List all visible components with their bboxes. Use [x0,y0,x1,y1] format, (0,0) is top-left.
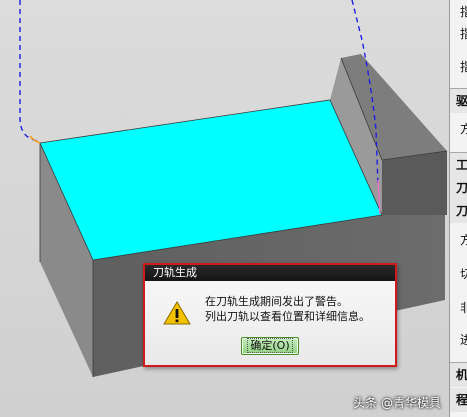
panel-row[interactable]: 切 [450,262,467,286]
panel-section-header[interactable]: 工 [450,153,467,177]
panel-section-header[interactable]: 刀 [450,199,467,223]
panel-section-header[interactable]: 机 [450,363,467,387]
warning-icon [163,301,191,325]
panel-section-header[interactable]: 刀 [450,176,467,200]
panel-row[interactable]: 非 [450,296,467,320]
ok-button[interactable]: 确定(O) [241,337,299,355]
ok-button-label: 确定(O) [247,338,293,353]
watermark: 头条 @青华模具 [353,396,441,410]
panel-section-header[interactable]: 驱 [450,89,467,113]
panel-section-header[interactable]: 程 [450,388,467,412]
panel-row[interactable]: 指 [450,0,467,24]
graphics-viewport[interactable]: 刀轨生成 在刀轨生成期间发出了警告。 列出刀轨以查看位置和详细信息。 确定(O)… [0,0,449,417]
dialog-message-line-1: 在刀轨生成期间发出了警告。 [205,295,348,308]
wall-front-face [382,151,447,215]
dialog-message-line-2: 列出刀轨以查看位置和详细信息。 [205,310,370,323]
panel-row[interactable]: 指 [450,22,467,46]
dialog-titlebar[interactable]: 刀轨生成 [145,265,395,281]
operation-settings-panel: 指 指 指 驱 方 工 刀 刀 方 切 非 进 机 程 [449,0,467,417]
dialog-body: 在刀轨生成期间发出了警告。 列出刀轨以查看位置和详细信息。 确定(O) [145,281,395,365]
panel-row[interactable]: 方 [450,117,467,141]
dialog-title: 刀轨生成 [153,266,197,279]
panel-row[interactable]: 进 [450,328,467,352]
panel-row[interactable]: 指 [450,55,467,79]
panel-row[interactable]: 方 [450,228,467,252]
toolpath-generation-dialog: 刀轨生成 在刀轨生成期间发出了警告。 列出刀轨以查看位置和详细信息。 确定(O) [143,263,397,367]
